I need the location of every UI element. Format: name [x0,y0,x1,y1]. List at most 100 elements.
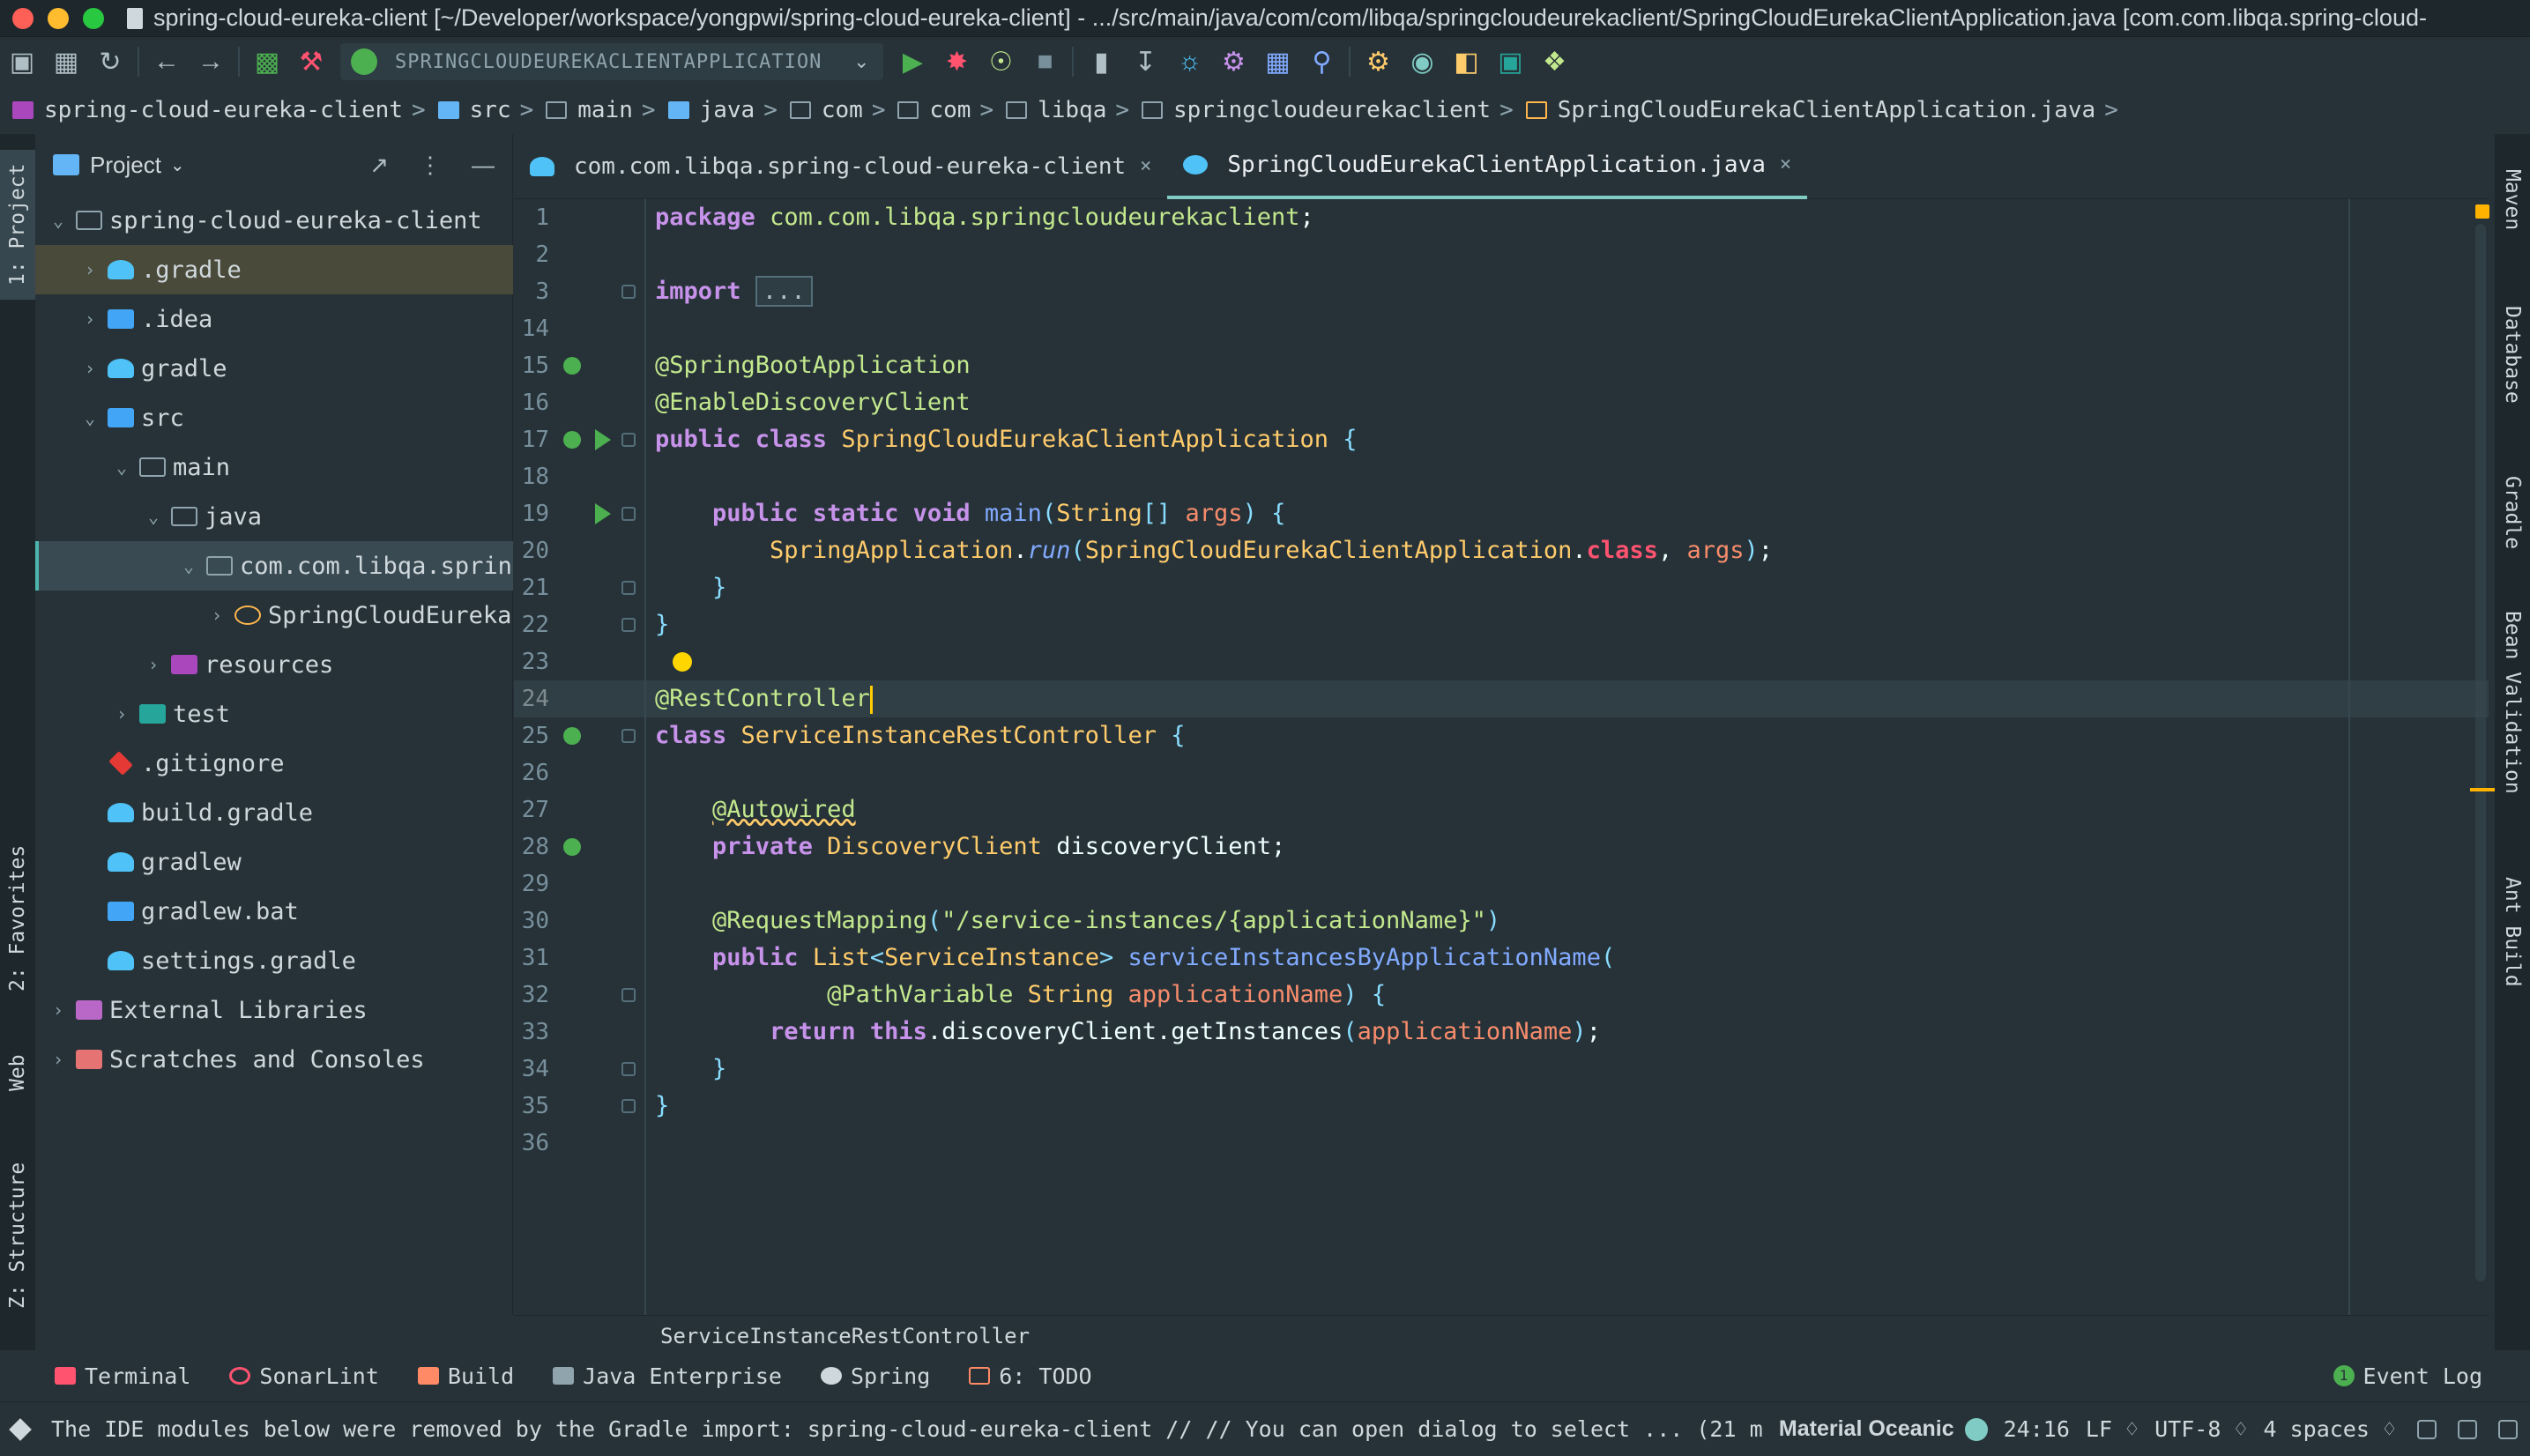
tree-item[interactable]: gradlew [35,837,513,887]
chevron-right-icon[interactable]: › [46,999,71,1021]
warning-marker[interactable] [2470,788,2495,791]
code-line[interactable]: @PathVariable String applicationName) { [655,977,1386,1014]
tree-item[interactable]: › gradle [35,344,513,393]
tree-item[interactable]: › resources [35,640,513,689]
debug-icon[interactable]: ✸ [934,37,979,86]
run-icon[interactable]: ▶ [890,37,934,86]
fold-icon[interactable] [621,581,636,595]
tree-item[interactable]: › .gradle [35,245,513,294]
chevron-right-icon[interactable]: › [78,259,102,280]
tool-spring[interactable]: Spring [820,1363,930,1389]
editor-tab[interactable]: com.com.libqa.spring-cloud-eureka-client… [514,134,1167,199]
code-line[interactable]: private DiscoveryClient discoveryClient; [655,828,1285,865]
breadcrumb-item[interactable]: com [894,97,971,123]
tab-gradle[interactable]: Gradle [2495,451,2530,575]
status-message[interactable]: The IDE modules below were removed by th… [51,1416,1763,1442]
fold-icon[interactable] [621,507,636,521]
tab-bean-validation[interactable]: Bean Validation [2495,592,2530,813]
editor-gutter[interactable]: 1231415161718192021222324252627282930313… [514,199,646,1315]
current-class-label[interactable]: ServiceInstanceRestController [660,1324,1030,1348]
puzzle-icon[interactable]: ❖ [1532,37,1576,86]
code-line[interactable]: } [655,569,726,606]
tab-web[interactable]: Web [0,1033,35,1112]
project-structure-icon[interactable]: ▦ [1255,37,1299,86]
coverage-icon[interactable]: ☉ [979,37,1023,86]
line-number[interactable]: 29 [514,865,549,903]
line-number[interactable]: 16 [514,384,549,421]
notification-icon[interactable] [9,1417,32,1441]
line-number[interactable]: 26 [514,754,549,791]
back-icon[interactable]: ← [145,37,189,86]
run-configuration-select[interactable]: SPRINGCLOUDEUREKACLIENTAPPLICATION ⌄ [340,43,884,80]
chevron-right-icon[interactable]: › [78,308,102,330]
chevron-right-icon[interactable]: › [78,358,102,379]
fold-icon[interactable] [621,618,636,632]
theme-indicator[interactable]: Material Oceanic [1779,1416,1988,1442]
tree-item[interactable]: gradlew.bat [35,887,513,936]
line-number[interactable]: 25 [514,717,549,754]
tree-item[interactable]: ⌄ src [35,393,513,442]
spring-bean-icon[interactable] [563,357,581,375]
chevron-right-icon[interactable]: › [109,703,134,724]
tree-item[interactable]: › Scratches and Consoles [35,1035,513,1084]
code-line[interactable]: SpringApplication.run(SpringCloudEurekaC… [655,532,1773,569]
line-number[interactable]: 17 [514,421,549,458]
code-line[interactable]: } [655,1051,726,1088]
spring-bean-icon[interactable] [563,838,581,856]
code-line[interactable]: return this.discoveryClient.getInstances… [655,1014,1601,1051]
chevron-down-icon[interactable]: ⌄ [78,407,102,428]
tab-database[interactable]: Database [2495,284,2530,425]
breadcrumb-item[interactable]: java [665,97,755,123]
fold-icon[interactable] [621,285,636,299]
tool-todo[interactable]: 6: TODO [969,1363,1092,1389]
code-line[interactable]: package com.com.libqa.springcloudeurekac… [655,199,1314,236]
collapse-all-icon[interactable]: ↗ [369,152,389,179]
tab-structure[interactable]: Z: Structure [0,1148,35,1324]
tool-sonarlint[interactable]: SonarLint [229,1363,379,1389]
download-icon[interactable]: ↧ [1123,37,1167,86]
tree-item[interactable]: ⌄ main [35,442,513,492]
tree-item[interactable]: settings.gradle [35,936,513,985]
tool-terminal[interactable]: Terminal [55,1363,190,1389]
spring-bean-icon[interactable] [563,727,581,745]
close-icon[interactable]: × [1780,153,1791,175]
breadcrumb-item[interactable]: libqa [1002,97,1106,123]
chevron-down-icon[interactable]: ⌄ [141,506,166,527]
hide-panel-icon[interactable]: — [472,152,495,179]
run-gutter-icon[interactable] [595,503,611,524]
tree-item[interactable]: › .idea [35,294,513,344]
tree-item[interactable]: › test [35,689,513,739]
line-separator[interactable]: LF ♢ [2086,1416,2139,1442]
record-icon[interactable]: ◉ [1400,37,1444,86]
layout-icon[interactable]: ◧ [1444,37,1488,86]
breadcrumb-item[interactable]: spring-cloud-eureka-client [9,97,403,123]
line-number[interactable]: 35 [514,1088,549,1125]
breadcrumb-item[interactable]: SpringCloudEurekaClientApplication.java [1522,97,2095,123]
line-number[interactable]: 3 [514,273,549,310]
line-number[interactable]: 31 [514,940,549,977]
code-line[interactable]: @SpringBootApplication [655,347,971,384]
tree-item[interactable]: ⌄ spring-cloud-eureka-client [35,196,513,245]
editor-breadcrumb-footer[interactable]: ServiceInstanceRestController [514,1315,2489,1356]
tree-item[interactable]: build.gradle [35,788,513,837]
line-number[interactable]: 30 [514,903,549,940]
line-number[interactable]: 36 [514,1125,549,1162]
tree-item[interactable]: ⌄ com.com.libqa.springc [35,541,513,591]
run-gutter-icon[interactable] [595,429,611,450]
maximize-window-button[interactable] [83,7,104,29]
settings-gear-icon[interactable]: ⚙ [1211,37,1255,86]
tool-build[interactable]: Build [417,1363,514,1389]
chevron-down-icon[interactable]: ⌄ [109,457,134,478]
line-number[interactable]: 34 [514,1051,549,1088]
memory-icon[interactable] [2498,1419,2518,1439]
build-hammer-icon[interactable]: ⚒ [289,37,333,86]
line-number[interactable]: 28 [514,828,549,865]
forward-icon[interactable]: → [189,37,233,86]
chevron-down-icon[interactable]: ⌄ [176,555,201,576]
line-number[interactable]: 15 [514,347,549,384]
fold-icon[interactable] [621,433,636,447]
tool-java-enterprise[interactable]: Java Enterprise [553,1363,782,1389]
code-line[interactable]: @RestController [655,680,873,717]
line-number[interactable]: 23 [514,643,549,680]
fold-icon[interactable] [621,988,636,1002]
